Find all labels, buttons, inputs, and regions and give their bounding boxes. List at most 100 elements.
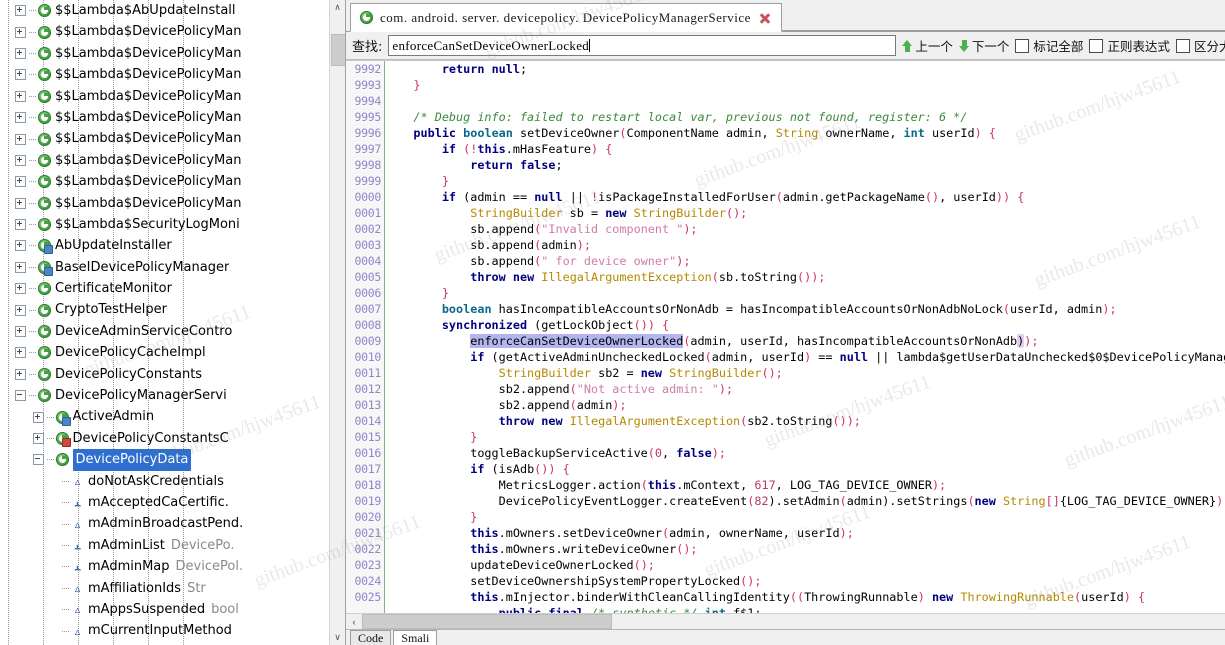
expand-icon[interactable]	[15, 368, 26, 380]
code-line[interactable]: if (!this.mHasFeature) {	[385, 141, 1225, 157]
bottom-tab-smali[interactable]: Smali	[393, 630, 438, 645]
tree-item-madminmap[interactable]: ⫠ mAdminMap DevicePol.	[0, 556, 330, 577]
code-line[interactable]: if (isAdb()) {	[385, 461, 1225, 477]
code-line[interactable]: MetricsLogger.action(this.mContext, 617,…	[385, 477, 1225, 493]
code-line[interactable]: sb.append(" for device owner");	[385, 253, 1225, 269]
tree-item-donotaskcredentials[interactable]: ▵ doNotAskCredentials	[0, 471, 330, 492]
collapse-icon[interactable]	[32, 454, 44, 466]
code-line[interactable]: StringBuilder sb2 = new StringBuilder();	[385, 365, 1225, 381]
code-line[interactable]: DevicePolicyEventLogger.createEvent (82).…	[385, 493, 1225, 509]
checkbox-icon[interactable]	[1175, 38, 1190, 53]
tree-item-lambda-devicepolicyman[interactable]: $$Lambda$DevicePolicyMan	[0, 86, 330, 107]
option-match-case[interactable]: 区分大小写	[1175, 36, 1225, 55]
checkbox-icon[interactable]	[1015, 38, 1030, 53]
tree-item-mcurrentinputmethod[interactable]: ▵ mCurrentInputMethod	[0, 620, 330, 641]
code-line[interactable]: public boolean setDeviceOwner(ComponentN…	[385, 125, 1225, 141]
code-line[interactable]: this.mInjector.binderWithCleanCallingIde…	[385, 589, 1225, 605]
tree-item-devicepolicycacheimpl[interactable]: DevicePolicyCacheImpl	[0, 342, 330, 363]
class-tree[interactable]: $$Lambda$AbUpdateInstall $$Lambda$DeviceP…	[0, 0, 330, 645]
tree-item-baseidevicepolicymanager[interactable]: BaseIDevicePolicyManager	[0, 257, 330, 278]
tree-item-devicepolicydata[interactable]: DevicePolicyData	[0, 449, 330, 471]
editor-tab-devicepolicymanagerservice[interactable]: com. android. server. devicepolicy. Devi…	[350, 3, 782, 32]
expand-icon[interactable]	[15, 47, 26, 59]
code-line[interactable]: sb.append("Invalid component ");	[385, 221, 1225, 237]
tree-item-lambda-devicepolicyman[interactable]: $$Lambda$DevicePolicyMan	[0, 107, 330, 128]
code-line[interactable]: }	[385, 509, 1225, 525]
expand-icon[interactable]	[15, 69, 26, 81]
code-line[interactable]: toggleBackupServiceActive(0, false);	[385, 445, 1225, 461]
tree-item-devicepolicyconstantsc[interactable]: DevicePolicyConstantsC	[0, 428, 330, 449]
find-previous-button[interactable]: 上一个	[902, 36, 953, 55]
code-line[interactable]: setDeviceOwnershipSystemPropertyLocked()…	[385, 573, 1225, 589]
code-line[interactable]: synchronized (getLockObject()) {	[385, 317, 1225, 333]
tree-item-certificatemonitor[interactable]: CertificateMonitor	[0, 278, 330, 299]
tree-item-madminbroadcastpend[interactable]: ▵ mAdminBroadcastPend.	[0, 513, 330, 534]
expand-icon[interactable]	[15, 112, 26, 124]
collapse-icon[interactable]	[15, 390, 26, 402]
code-line[interactable]: boolean hasIncompatibleAccountsOrNonAdb …	[385, 301, 1225, 317]
tree-item-lambda-devicepolicyman[interactable]: $$Lambda$DevicePolicyMan	[0, 43, 330, 64]
code-line[interactable]: if (getActiveAdminUncheckedLocked(admin,…	[385, 349, 1225, 365]
expand-icon[interactable]	[32, 433, 44, 444]
tree-item-maffiliationids[interactable]: ▵ mAffiliationIds Str	[0, 578, 330, 599]
checkbox-icon[interactable]	[1089, 38, 1104, 53]
code-line[interactable]: }	[385, 77, 1225, 93]
tree-scrollbar-thumb[interactable]	[331, 34, 345, 66]
code-line[interactable]: sb.append(admin);	[385, 237, 1225, 253]
code-line[interactable]: }	[385, 173, 1225, 189]
expand-icon[interactable]	[15, 326, 26, 338]
code-line[interactable]: sb2.append(admin);	[385, 397, 1225, 413]
expand-icon[interactable]	[15, 240, 26, 252]
expand-icon[interactable]	[15, 219, 26, 231]
expand-icon[interactable]	[15, 26, 26, 38]
option-regex[interactable]: 正则表达式	[1089, 36, 1170, 55]
expand-icon[interactable]	[15, 283, 26, 295]
tree-item-deviceadminservicecontro[interactable]: DeviceAdminServiceContro	[0, 321, 330, 342]
tree-vertical-scrollbar[interactable]: ∧ ∨	[329, 0, 345, 645]
code-horizontal-scrollbar[interactable]: ‹	[346, 613, 1225, 629]
code-line[interactable]: enforceCanSetDeviceOwnerLocked(admin, us…	[385, 333, 1225, 349]
code-line[interactable]: return false;	[385, 157, 1225, 173]
code-line[interactable]: sb2.append("Not active admin: ");	[385, 381, 1225, 397]
tree-item-lambda-devicepolicyman[interactable]: $$Lambda$DevicePolicyMan	[0, 21, 330, 42]
tree-item-cryptotesthelper[interactable]: CryptoTestHelper	[0, 299, 330, 320]
tree-item-lambda-devicepolicyman[interactable]: $$Lambda$DevicePolicyMan	[0, 171, 330, 192]
tree-scroll-up-button[interactable]: ∧	[330, 0, 345, 15]
tree-item-lambda-abupdateinstall[interactable]: $$Lambda$AbUpdateInstall	[0, 0, 330, 21]
code-scrollbar-thumb[interactable]	[362, 614, 612, 629]
option-mark-all[interactable]: 标记全部	[1015, 36, 1083, 55]
code-line[interactable]: this.mOwners.setDeviceOwner(admin, owner…	[385, 525, 1225, 541]
expand-icon[interactable]	[15, 197, 26, 209]
expand-icon[interactable]	[15, 304, 26, 316]
code-line[interactable]: }	[385, 285, 1225, 301]
expand-icon[interactable]	[32, 411, 44, 423]
tree-item-devicepolicyconstants[interactable]: DevicePolicyConstants	[0, 364, 330, 385]
code-line[interactable]: /* Debug info: failed to restart local v…	[385, 109, 1225, 125]
code-scroll-left-button[interactable]: ‹	[346, 614, 362, 629]
code-line[interactable]: StringBuilder sb = new StringBuilder();	[385, 205, 1225, 221]
code-line[interactable]	[385, 93, 1225, 109]
tree-item-activeadmin[interactable]: ActiveAdmin	[0, 406, 330, 427]
code-line[interactable]: throw new IllegalArgumentException(sb2.t…	[385, 413, 1225, 429]
expand-icon[interactable]	[15, 261, 26, 273]
expand-icon[interactable]	[15, 90, 26, 102]
code-line[interactable]: updateDeviceOwnerLocked();	[385, 557, 1225, 573]
expand-icon[interactable]	[15, 176, 26, 188]
expand-icon[interactable]	[15, 347, 26, 359]
tree-item-abupdateinstaller[interactable]: AbUpdateInstaller	[0, 235, 330, 256]
tree-item-devicepolicymanagerservi[interactable]: DevicePolicyManagerServi	[0, 385, 330, 406]
expand-icon[interactable]	[15, 133, 26, 145]
tree-item-lambda-devicepolicyman[interactable]: $$Lambda$DevicePolicyMan	[0, 150, 330, 171]
code-view[interactable]: return null; } /* Debug info: failed to …	[385, 61, 1225, 629]
tree-item-madminlist[interactable]: ⫠ mAdminList DevicePo.	[0, 535, 330, 556]
close-icon[interactable]	[758, 11, 772, 25]
tree-item-lambda-devicepolicyman[interactable]: $$Lambda$DevicePolicyMan	[0, 193, 330, 214]
code-line[interactable]: if (admin == null || !isPackageInstalled…	[385, 189, 1225, 205]
tree-item-lambda-devicepolicyman[interactable]: $$Lambda$DevicePolicyMan	[0, 64, 330, 85]
code-line[interactable]: return null;	[385, 61, 1225, 77]
code-line[interactable]: this.mOwners.writeDeviceOwner();	[385, 541, 1225, 557]
tree-scroll-down-button[interactable]: ∨	[330, 630, 345, 645]
tree-item-lambda-devicepolicyman[interactable]: $$Lambda$DevicePolicyMan	[0, 128, 330, 149]
tree-item-mappssuspended[interactable]: ▵ mAppsSuspended bool	[0, 599, 330, 620]
code-line[interactable]: throw new IllegalArgumentException(sb.to…	[385, 269, 1225, 285]
